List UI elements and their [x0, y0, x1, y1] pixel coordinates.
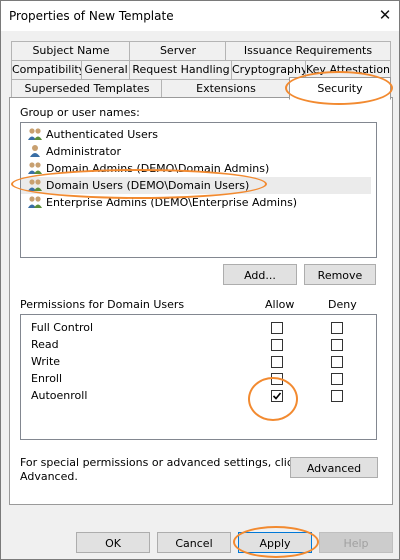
list-item-authenticated-users[interactable]: Authenticated Users [21, 126, 371, 143]
title-bar: Properties of New Template ✕ [1, 1, 399, 31]
user-name-label: Domain Admins (DEMO\Domain Admins) [46, 162, 270, 175]
group-icon [28, 179, 42, 191]
deny-checkbox-enroll[interactable] [331, 373, 343, 385]
permissions-listbox: Full Control Read Write Enroll Autoenrol… [20, 314, 377, 440]
allow-checkbox-write[interactable] [271, 356, 283, 368]
allow-header: Allow [265, 298, 295, 311]
window-title: Properties of New Template [9, 9, 174, 23]
tab-server[interactable]: Server [129, 41, 227, 60]
permission-row-read: Read [31, 338, 59, 351]
list-item-domain-users[interactable]: Domain Users (DEMO\Domain Users) [21, 177, 371, 194]
apply-button[interactable]: Apply [238, 532, 312, 553]
tab-general[interactable]: General [81, 60, 131, 79]
allow-checkbox-read[interactable] [271, 339, 283, 351]
security-panel: Group or user names: Authenticated Users… [9, 97, 393, 505]
close-icon[interactable]: ✕ [375, 5, 395, 25]
list-item-administrator[interactable]: Administrator [21, 143, 371, 160]
deny-checkbox-read[interactable] [331, 339, 343, 351]
user-name-label: Administrator [46, 145, 121, 158]
user-listbox[interactable]: Authenticated Users Administrator Domain… [20, 122, 377, 258]
advanced-button[interactable]: Advanced [290, 457, 378, 478]
cancel-button[interactable]: Cancel [157, 532, 231, 553]
tab-request-handling[interactable]: Request Handling [129, 60, 233, 79]
help-button[interactable]: Help [319, 532, 393, 553]
tab-issuance-requirements[interactable]: Issuance Requirements [225, 41, 391, 60]
permission-row-full-control: Full Control [31, 321, 94, 334]
group-or-user-names-label: Group or user names: [20, 106, 140, 119]
group-icon [28, 128, 42, 140]
permissions-label: Permissions for Domain Users [20, 298, 185, 311]
permission-row-autoenroll: Autoenroll [31, 389, 88, 402]
group-icon [28, 196, 42, 208]
add-button[interactable]: Add... [223, 264, 297, 285]
tab-compatibility[interactable]: Compatibility [11, 60, 83, 79]
special-permissions-text-2: Advanced. [20, 470, 78, 483]
allow-checkbox-enroll[interactable] [271, 373, 283, 385]
allow-checkbox-full-control[interactable] [271, 322, 283, 334]
user-name-label: Domain Users (DEMO\Domain Users) [46, 179, 250, 192]
permission-row-enroll: Enroll [31, 372, 63, 385]
list-item-domain-admins[interactable]: Domain Admins (DEMO\Domain Admins) [21, 160, 371, 177]
properties-window: Properties of New Template ✕ Subject Nam… [0, 0, 400, 560]
deny-checkbox-autoenroll[interactable] [331, 390, 343, 402]
remove-button[interactable]: Remove [304, 264, 376, 285]
tab-extensions[interactable]: Extensions [161, 79, 291, 98]
deny-checkbox-write[interactable] [331, 356, 343, 368]
tab-security[interactable]: Security [289, 77, 391, 100]
deny-checkbox-full-control[interactable] [331, 322, 343, 334]
deny-header: Deny [328, 298, 357, 311]
group-icon [28, 162, 42, 174]
user-name-label: Enterprise Admins (DEMO\Enterprise Admin… [46, 196, 298, 209]
permission-row-write: Write [31, 355, 61, 368]
user-name-label: Authenticated Users [46, 128, 159, 141]
ok-button[interactable]: OK [76, 532, 150, 553]
list-item-enterprise-admins[interactable]: Enterprise Admins (DEMO\Enterprise Admin… [21, 194, 371, 211]
special-permissions-text: For special permissions or advanced sett… [20, 456, 300, 469]
user-icon [30, 145, 40, 157]
allow-checkbox-autoenroll[interactable] [271, 390, 283, 402]
tab-superseded-templates[interactable]: Superseded Templates [11, 79, 163, 98]
tab-subject-name[interactable]: Subject Name [11, 41, 131, 60]
checkmark-icon [272, 392, 282, 400]
